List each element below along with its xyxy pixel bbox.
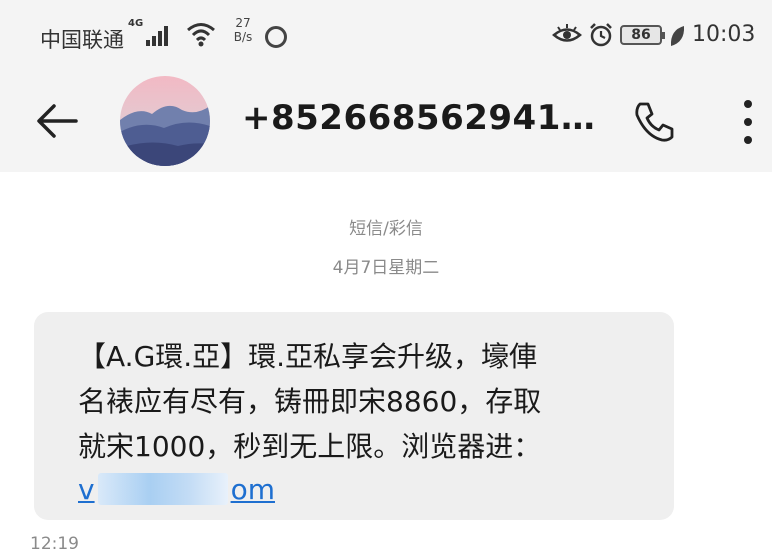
date-separator: 4月7日星期二 bbox=[332, 258, 440, 278]
eye-comfort-icon bbox=[552, 24, 582, 42]
contact-avatar[interactable] bbox=[120, 76, 210, 166]
alarm-icon bbox=[590, 23, 612, 47]
message-line: 【A.G環.亞】環.亞私享会升级，壕俥 bbox=[78, 340, 538, 373]
message-line: 名裱应有尽有，铸冊即宋8860，存取 bbox=[78, 385, 542, 418]
wifi-icon bbox=[187, 23, 215, 47]
speed-unit: B/s bbox=[233, 30, 253, 44]
message-link[interactable]: v om bbox=[78, 469, 275, 511]
link-end: om bbox=[230, 473, 275, 506]
message-type-label: 短信/彩信 bbox=[349, 219, 423, 239]
status-bar: 中国联通 4G 27 B/s 86 10:03 bbox=[0, 0, 772, 70]
network-speed: 27 B/s bbox=[228, 16, 258, 44]
battery-level: 86 bbox=[631, 27, 651, 43]
message-bubble[interactable]: 【A.G環.亞】環.亞私享会升级，壕俥 名裱应有尽有，铸冊即宋8860，存取 就… bbox=[34, 312, 674, 520]
more-vertical-icon[interactable] bbox=[736, 98, 760, 148]
network-type: 4G bbox=[128, 18, 144, 29]
sync-circle-icon bbox=[265, 26, 287, 48]
carrier-name: 中国联通 bbox=[40, 28, 124, 52]
redacted-blur bbox=[97, 473, 228, 505]
contact-number: +8526685629414... bbox=[242, 98, 602, 138]
link-start: v bbox=[78, 473, 95, 506]
message-time: 12:19 bbox=[30, 534, 79, 554]
phone-icon[interactable] bbox=[632, 100, 676, 144]
speed-value: 27 bbox=[235, 16, 251, 30]
status-time: 10:03 bbox=[692, 22, 756, 47]
signal-icon bbox=[146, 24, 174, 46]
back-arrow-icon[interactable] bbox=[34, 98, 80, 144]
message-line: 就宋1000，秒到无上限。浏览器进： bbox=[78, 430, 542, 463]
battery-icon: 86 bbox=[620, 25, 665, 45]
power-saving-leaf-icon bbox=[670, 26, 685, 46]
